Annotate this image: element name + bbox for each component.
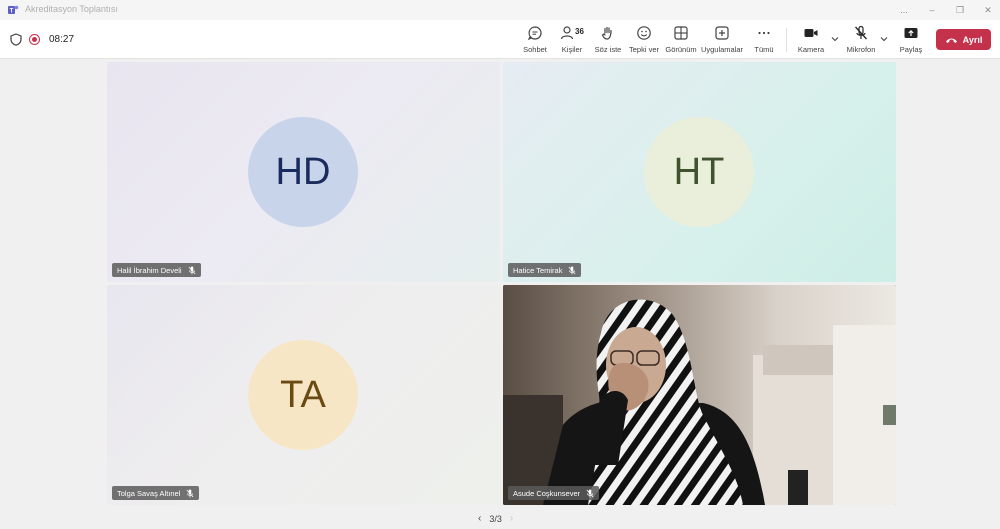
mic-muted-icon xyxy=(188,266,196,274)
mic-off-icon xyxy=(851,23,871,43)
camera-options-chevron-icon[interactable] xyxy=(830,34,840,44)
participant-name: Asude Coşkunsever xyxy=(513,488,581,498)
teams-logo-icon: T xyxy=(8,5,19,14)
share-button[interactable]: Paylaş xyxy=(897,23,925,57)
participant-name: Hatice Temirak xyxy=(513,265,563,275)
meeting-toolbar: 08:27 Sohbet 36 Kişiler Söz iste Tepki v… xyxy=(0,20,1000,59)
camera-label: Kamera xyxy=(797,45,825,54)
people-count: 36 xyxy=(575,27,584,36)
mic-muted-icon xyxy=(186,489,194,497)
participant-tile[interactable]: HD Halil İbrahim Develi xyxy=(107,62,500,282)
chat-label: Sohbet xyxy=(523,45,547,54)
recording-icon xyxy=(29,34,40,45)
participant-name-tag: Halil İbrahim Develi xyxy=(112,263,201,277)
raise-hand-icon xyxy=(598,23,618,43)
mic-label: Mikrofon xyxy=(846,45,876,54)
chat-icon xyxy=(525,23,545,43)
page-indicator: 3/3 xyxy=(489,513,502,524)
people-icon: 36 xyxy=(560,23,584,43)
share-label: Paylaş xyxy=(899,45,923,54)
participant-name-tag: Tolga Savaş Altınel xyxy=(112,486,200,500)
shield-icon[interactable] xyxy=(10,33,22,46)
window-more-button[interactable]: ... xyxy=(897,3,911,17)
avatar: HD xyxy=(248,117,358,227)
apps-label: Uygulamalar xyxy=(700,45,744,54)
more-label: Tümü xyxy=(754,45,774,54)
mic-muted-icon xyxy=(586,489,594,497)
video-stage: HD Halil İbrahim Develi HT Hatice Temira… xyxy=(0,60,1000,529)
avatar: TA xyxy=(248,340,358,450)
smile-icon xyxy=(634,23,654,43)
leave-button[interactable]: Ayrıl xyxy=(936,29,991,50)
grid-view-icon xyxy=(671,23,691,43)
mic-muted-icon xyxy=(568,266,576,274)
apps-button[interactable]: Uygulamalar xyxy=(700,23,744,57)
meeting-timer: 08:27 xyxy=(49,34,75,45)
gallery-pager: ‹ 3/3 › xyxy=(478,513,513,524)
raise-hand-label: Söz iste xyxy=(594,45,622,54)
participant-name-tag: Hatice Temirak xyxy=(508,263,582,277)
camera-icon xyxy=(801,23,821,43)
camera-button[interactable]: Kamera xyxy=(797,23,825,57)
participant-name: Halil İbrahim Develi xyxy=(117,265,182,275)
raise-hand-button[interactable]: Söz iste xyxy=(594,23,622,57)
mic-options-chevron-icon[interactable] xyxy=(879,34,889,44)
more-dots-icon xyxy=(754,23,774,43)
leave-label: Ayrıl xyxy=(962,34,983,45)
participant-video-tile[interactable]: Asude Coşkunsever xyxy=(503,285,896,505)
participant-tile[interactable]: TA Tolga Savaş Altınel xyxy=(107,285,500,505)
close-window-button[interactable]: ✕ xyxy=(981,3,995,17)
view-button[interactable]: Görünüm xyxy=(665,23,697,57)
share-screen-icon xyxy=(901,23,921,43)
participant-name-tag: Asude Coşkunsever xyxy=(508,486,600,500)
participant-name: Tolga Savaş Altınel xyxy=(117,488,181,498)
people-button[interactable]: 36 Kişiler xyxy=(558,23,586,57)
minimize-button[interactable]: – xyxy=(925,3,939,17)
add-app-icon xyxy=(712,23,732,43)
svg-text:T: T xyxy=(10,8,14,14)
react-button[interactable]: Tepki ver xyxy=(629,23,660,57)
previous-page-icon[interactable]: ‹ xyxy=(478,513,481,524)
title-bar: T Akreditasyon Toplantısı ... – ❐ ✕ xyxy=(0,0,1000,20)
restore-button[interactable]: ❐ xyxy=(953,3,967,17)
avatar: HT xyxy=(644,117,754,227)
people-label: Kişiler xyxy=(561,45,583,54)
more-button[interactable]: Tümü xyxy=(751,23,777,57)
chat-button[interactable]: Sohbet xyxy=(521,23,549,57)
toolbar-divider xyxy=(786,28,787,52)
react-label: Tepki ver xyxy=(629,45,660,54)
mic-button[interactable]: Mikrofon xyxy=(846,23,876,57)
participant-video xyxy=(503,285,896,505)
view-label: Görünüm xyxy=(665,45,697,54)
window-title: Akreditasyon Toplantısı xyxy=(25,4,118,14)
hang-up-icon xyxy=(945,38,957,43)
next-page-icon[interactable]: › xyxy=(510,513,513,524)
participant-tile[interactable]: HT Hatice Temirak xyxy=(503,62,896,282)
